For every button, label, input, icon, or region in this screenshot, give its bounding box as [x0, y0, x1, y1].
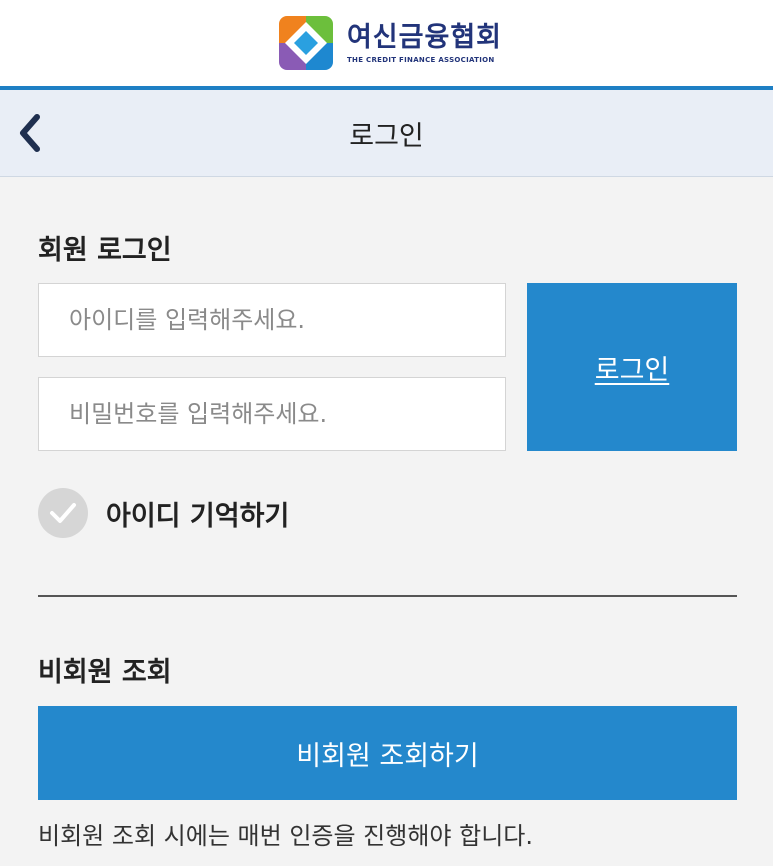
remember-id-toggle[interactable]: 아이디 기억하기	[38, 488, 289, 538]
guest-lookup-title: 비회원 조회	[38, 657, 172, 688]
guest-lookup-button-label: 비회원 조회하기	[296, 740, 479, 772]
login-button[interactable]: 로그인	[527, 283, 737, 451]
guest-lookup-note: 비회원 조회 시에는 매번 인증을 진행해야 합니다.	[38, 822, 534, 850]
remember-id-label: 아이디 기억하기	[106, 500, 290, 532]
brand-logo[interactable]: 여신금융협회 THE CREDIT FINANCE ASSOCIATION	[278, 16, 503, 70]
brand-logo-icon	[278, 16, 333, 70]
section-divider	[38, 595, 737, 597]
password-input[interactable]	[38, 377, 506, 451]
guest-lookup-button[interactable]: 비회원 조회하기	[38, 706, 737, 800]
back-button[interactable]	[10, 110, 50, 156]
member-login-title: 회원 로그인	[38, 235, 172, 266]
page-header: 로그인	[0, 90, 773, 177]
page-title: 로그인	[349, 120, 424, 152]
id-input[interactable]	[38, 283, 506, 357]
checkmark-icon	[50, 503, 76, 523]
top-bar: 여신금융협회 THE CREDIT FINANCE ASSOCIATION	[0, 0, 773, 86]
brand-name-ko: 여신금융협회	[346, 21, 503, 53]
brand-name-en: THE CREDIT FINANCE ASSOCIATION	[346, 55, 495, 64]
login-button-label: 로그인	[594, 354, 670, 386]
chevron-left-icon	[20, 114, 40, 152]
remember-checkbox[interactable]	[38, 488, 88, 538]
